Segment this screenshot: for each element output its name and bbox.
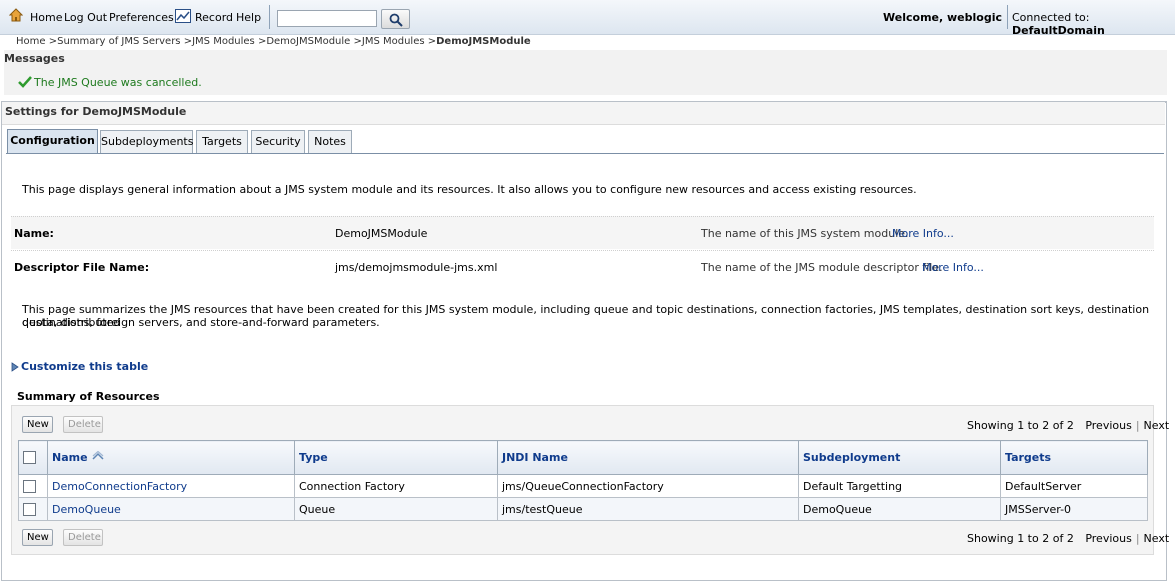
summary-description-line-2: destinations, foreign servers, and store…: [22, 316, 380, 329]
next-link[interactable]: Next: [1144, 532, 1170, 545]
checkmark-icon: [18, 76, 32, 88]
delete-button[interactable]: Delete: [63, 529, 103, 546]
intro-text: This page displays general information a…: [22, 183, 917, 196]
tab-targets[interactable]: Targets: [196, 130, 248, 153]
pager-top: Showing 1 to 2 of 2 Previous | Next: [967, 419, 1170, 432]
resource-targets: DefaultServer: [1000, 474, 1148, 498]
help-link[interactable]: Help: [236, 11, 261, 24]
column-header-targets[interactable]: Targets: [1000, 440, 1148, 475]
new-button[interactable]: New: [22, 416, 53, 433]
select-all-cell: [18, 440, 48, 475]
attribute-label: Name:: [14, 227, 54, 240]
summary-of-resources-title: Summary of Resources: [17, 390, 160, 403]
resource-name-link[interactable]: DemoQueue: [52, 503, 121, 516]
home-link[interactable]: Home: [30, 11, 62, 24]
home-icon[interactable]: [9, 8, 23, 22]
messages-title: Messages: [4, 52, 65, 65]
next-link[interactable]: Next: [1144, 419, 1170, 432]
customize-table-link[interactable]: Customize this table: [21, 360, 148, 373]
showing-count: Showing 1 to 2 of 2: [967, 419, 1074, 432]
welcome-text: Welcome, weblogic: [883, 11, 1002, 24]
preferences-link[interactable]: Preferences: [109, 11, 174, 24]
column-header-jndi-name[interactable]: JNDI Name: [497, 440, 799, 475]
status-message: The JMS Queue was cancelled.: [34, 76, 202, 89]
resource-type: Queue: [294, 497, 498, 521]
previous-link[interactable]: Previous: [1085, 532, 1132, 545]
more-info-link[interactable]: More Info...: [892, 227, 954, 240]
more-info-link[interactable]: More Info...: [922, 261, 984, 274]
tab-subdeployments[interactable]: Subdeployments: [100, 130, 193, 153]
showing-count: Showing 1 to 2 of 2: [967, 532, 1074, 545]
breadcrumb-item[interactable]: JMS Modules >: [362, 36, 436, 47]
select-all-checkbox[interactable]: [23, 451, 36, 465]
connected-domain: DefaultDomain: [1012, 24, 1105, 37]
resource-jndi: jms/testQueue: [497, 497, 799, 521]
toolbar-divider: [269, 5, 270, 29]
column-header-type[interactable]: Type: [294, 440, 498, 475]
breadcrumb-item[interactable]: Summary of JMS Servers >: [57, 36, 192, 47]
attribute-help: The name of the JMS module descriptor fi…: [701, 261, 943, 274]
breadcrumb-item[interactable]: JMS Modules >: [192, 36, 266, 47]
resource-subdeployment: DemoQueue: [798, 497, 1001, 521]
attribute-label: Descriptor File Name:: [14, 261, 150, 274]
table-header-row: Name Type JNDI Name Subdeployment Target…: [18, 440, 1148, 475]
settings-title: Settings for DemoJMSModule: [5, 105, 187, 118]
resource-type: Connection Factory: [294, 474, 498, 498]
row-checkbox[interactable]: [23, 479, 36, 493]
column-header-subdeployment[interactable]: Subdeployment: [798, 440, 1001, 475]
resource-name-link[interactable]: DemoConnectionFactory: [52, 480, 187, 493]
table-row: DemoConnectionFactory Connection Factory…: [18, 474, 1148, 498]
table-row: DemoQueue Queue jms/testQueue DemoQueue …: [18, 497, 1148, 521]
pager-bottom: Showing 1 to 2 of 2 Previous | Next: [967, 532, 1170, 545]
top-toolbar: Home Log Out Preferences Record Help Wel…: [0, 0, 1175, 37]
previous-link[interactable]: Previous: [1085, 419, 1132, 432]
search-input[interactable]: [277, 10, 377, 27]
column-header-name[interactable]: Name: [47, 440, 295, 475]
tab-underline: [6, 153, 1164, 154]
row-select-cell: [18, 497, 48, 521]
expand-triangle-icon[interactable]: [11, 362, 19, 372]
connection-status: Connected to: DefaultDomain: [1012, 11, 1175, 37]
resources-table: Name Type JNDI Name Subdeployment Target…: [18, 440, 1148, 521]
attribute-help: The name of this JMS system module.: [701, 227, 909, 240]
record-icon[interactable]: [175, 9, 191, 23]
attribute-row-name: Name: DemoJMSModule The name of this JMS…: [11, 216, 1154, 249]
tab-configuration[interactable]: Configuration: [7, 129, 98, 154]
tab-notes[interactable]: Notes: [308, 130, 352, 153]
search-icon: [389, 13, 403, 27]
resource-jndi: jms/QueueConnectionFactory: [497, 474, 799, 498]
logout-link[interactable]: Log Out: [64, 11, 107, 24]
breadcrumb-item[interactable]: Home >: [16, 36, 57, 47]
breadcrumb-current: DemoJMSModule: [436, 36, 531, 47]
row-checkbox[interactable]: [23, 502, 36, 516]
attribute-row-descriptor: Descriptor File Name: jms/demojmsmodule-…: [11, 250, 1154, 283]
sort-ascending-icon[interactable]: [91, 450, 105, 461]
delete-button[interactable]: Delete: [63, 416, 103, 433]
resource-targets: JMSServer-0: [1000, 497, 1148, 521]
toolbar-divider: [1007, 5, 1008, 29]
tab-security[interactable]: Security: [251, 130, 305, 153]
breadcrumb: Home >Summary of JMS Servers >JMS Module…: [16, 36, 531, 47]
resource-subdeployment: Default Targetting: [798, 474, 1001, 498]
attribute-value: jms/demojmsmodule-jms.xml: [335, 261, 498, 274]
column-header-label: Name: [52, 451, 88, 464]
attribute-value: DemoJMSModule: [335, 227, 428, 240]
record-link[interactable]: Record: [195, 11, 233, 24]
search-button[interactable]: [381, 9, 410, 29]
connected-label: Connected to:: [1012, 11, 1090, 24]
row-select-cell: [18, 474, 48, 498]
new-button[interactable]: New: [22, 529, 53, 546]
breadcrumb-item[interactable]: DemoJMSModule >: [266, 36, 362, 47]
